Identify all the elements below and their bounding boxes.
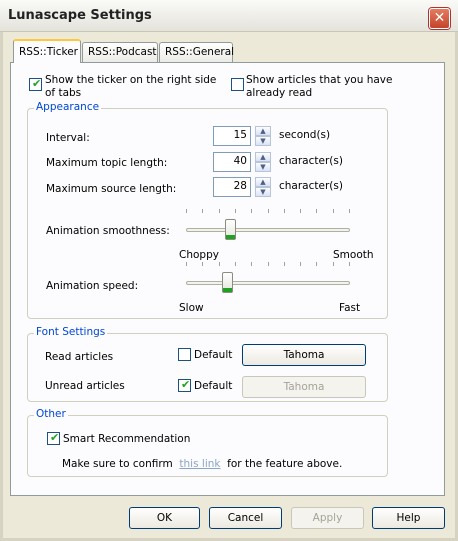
unread-articles-label: Unread articles — [45, 380, 125, 392]
slider-tick — [349, 209, 350, 213]
source-length-spinner[interactable]: ▲ ▼ — [255, 177, 271, 197]
animation-speed-slider[interactable] — [186, 262, 350, 298]
show-read-articles-checkbox[interactable] — [231, 78, 244, 91]
confirm-text: Make sure to confirm this link for the f… — [62, 458, 342, 470]
smart-recommendation-label: Smart Recommendation — [63, 433, 191, 445]
spin-up-icon[interactable]: ▲ — [255, 126, 271, 136]
close-button[interactable]: ✕ — [429, 8, 450, 29]
spin-down-icon[interactable]: ▼ — [255, 162, 271, 172]
tab-rss-podcast-label: RSS::Podcast — [88, 46, 157, 58]
slider-tick — [349, 262, 350, 266]
slider-tick — [333, 262, 334, 266]
title-bar: Lunascape Settings ✕ — [0, 0, 458, 32]
confirm-text-after: for the feature above. — [227, 458, 343, 470]
tab-panel-rss-ticker: ✔ Show the ticker on the right side of t… — [10, 62, 445, 496]
spin-down-icon[interactable]: ▼ — [255, 136, 271, 146]
tab-rss-ticker[interactable]: RSS::Ticker — [13, 39, 81, 63]
slider-tick — [268, 209, 269, 213]
unread-font-button[interactable]: Tahoma — [242, 376, 366, 398]
confirm-link[interactable]: this link — [179, 458, 220, 470]
close-icon: ✕ — [433, 10, 446, 26]
slider-tick — [284, 209, 285, 213]
topic-length-input[interactable]: 40 — [213, 152, 251, 172]
unread-default-checkbox[interactable]: ✔ — [178, 378, 191, 392]
read-default-checkbox[interactable] — [178, 348, 191, 361]
apply-button[interactable]: Apply — [291, 507, 364, 529]
slider-thumb[interactable] — [222, 272, 233, 293]
speed-max-label: Fast — [339, 302, 361, 314]
animation-smoothness-slider[interactable] — [186, 209, 350, 245]
source-length-label: Maximum source length: — [46, 183, 177, 195]
interval-unit: second(s) — [279, 129, 331, 141]
slider-tick — [186, 262, 187, 266]
tab-rss-podcast[interactable]: RSS::Podcast — [82, 42, 158, 62]
spin-up-icon[interactable]: ▲ — [255, 177, 271, 187]
ok-button[interactable]: OK — [129, 507, 200, 529]
read-default-label: Default — [194, 349, 233, 361]
slider-tick — [316, 262, 317, 266]
topic-length-unit: character(s) — [279, 155, 343, 167]
slider-tick — [300, 209, 301, 213]
spin-up-icon[interactable]: ▲ — [255, 152, 271, 162]
topic-length-label: Maximum topic length: — [46, 157, 168, 169]
appearance-group: Appearance Interval: 15 ▲ ▼ second(s) Ma… — [27, 101, 388, 319]
animation-speed-label: Animation speed: — [46, 280, 139, 292]
slider-tick — [251, 209, 252, 213]
topic-length-spinner[interactable]: ▲ ▼ — [255, 152, 271, 172]
interval-input[interactable]: 15 — [213, 126, 251, 146]
smoothness-min-label: Choppy — [179, 249, 219, 261]
slider-tick — [300, 262, 301, 266]
slider-tick — [235, 262, 236, 266]
cancel-button[interactable]: Cancel — [209, 507, 282, 529]
source-length-unit: character(s) — [279, 180, 343, 192]
other-group-title: Other — [34, 408, 68, 420]
show-ticker-right-label-line2: of tabs — [45, 87, 82, 99]
slider-tick — [235, 209, 236, 213]
tab-rss-general-label: RSS::General — [165, 46, 235, 58]
read-font-button[interactable]: Tahoma — [242, 344, 366, 366]
check-icon: ✔ — [50, 431, 60, 444]
other-group: Other ✔ Smart Recommendation Make sure t… — [27, 408, 388, 477]
animation-smoothness-label: Animation smoothness: — [46, 225, 170, 237]
show-read-articles-label-line2: already read — [246, 87, 313, 99]
tab-rss-general[interactable]: RSS::General — [159, 42, 235, 62]
confirm-text-before: Make sure to confirm — [62, 458, 173, 470]
speed-min-label: Slow — [179, 302, 204, 314]
slider-tick — [202, 262, 203, 266]
unread-default-label: Default — [194, 380, 233, 392]
slider-tick — [219, 209, 220, 213]
appearance-group-title: Appearance — [34, 101, 102, 113]
slider-tick — [219, 262, 220, 266]
font-settings-group: Font Settings Read articles Default Taho… — [27, 326, 388, 402]
smart-recommendation-checkbox[interactable]: ✔ — [47, 431, 60, 445]
slider-tick — [251, 262, 252, 266]
source-length-input[interactable]: 28 — [213, 177, 251, 197]
interval-spinner[interactable]: ▲ ▼ — [255, 126, 271, 146]
window-border-left — [0, 32, 3, 541]
slider-tick — [284, 262, 285, 266]
show-ticker-right-label-line1: Show the ticker on the right side — [45, 74, 217, 86]
show-ticker-right-checkbox[interactable]: ✔ — [29, 77, 42, 91]
spin-down-icon[interactable]: ▼ — [255, 187, 271, 197]
help-button[interactable]: Help — [372, 507, 445, 529]
slider-tick — [268, 262, 269, 266]
slider-tick — [186, 209, 187, 213]
smoothness-max-label: Smooth — [333, 249, 374, 261]
interval-label: Interval: — [46, 132, 90, 144]
check-icon: ✔ — [32, 77, 42, 90]
slider-thumb[interactable] — [225, 219, 236, 240]
tab-rss-ticker-label: RSS::Ticker — [19, 46, 78, 58]
window-title: Lunascape Settings — [8, 8, 152, 23]
font-settings-group-title: Font Settings — [34, 326, 108, 338]
show-read-articles-label-line1: Show articles that you have — [246, 74, 393, 86]
slider-tick — [316, 209, 317, 213]
slider-tick — [202, 209, 203, 213]
slider-tick — [333, 209, 334, 213]
check-icon: ✔ — [181, 378, 191, 391]
read-articles-label: Read articles — [45, 351, 114, 363]
